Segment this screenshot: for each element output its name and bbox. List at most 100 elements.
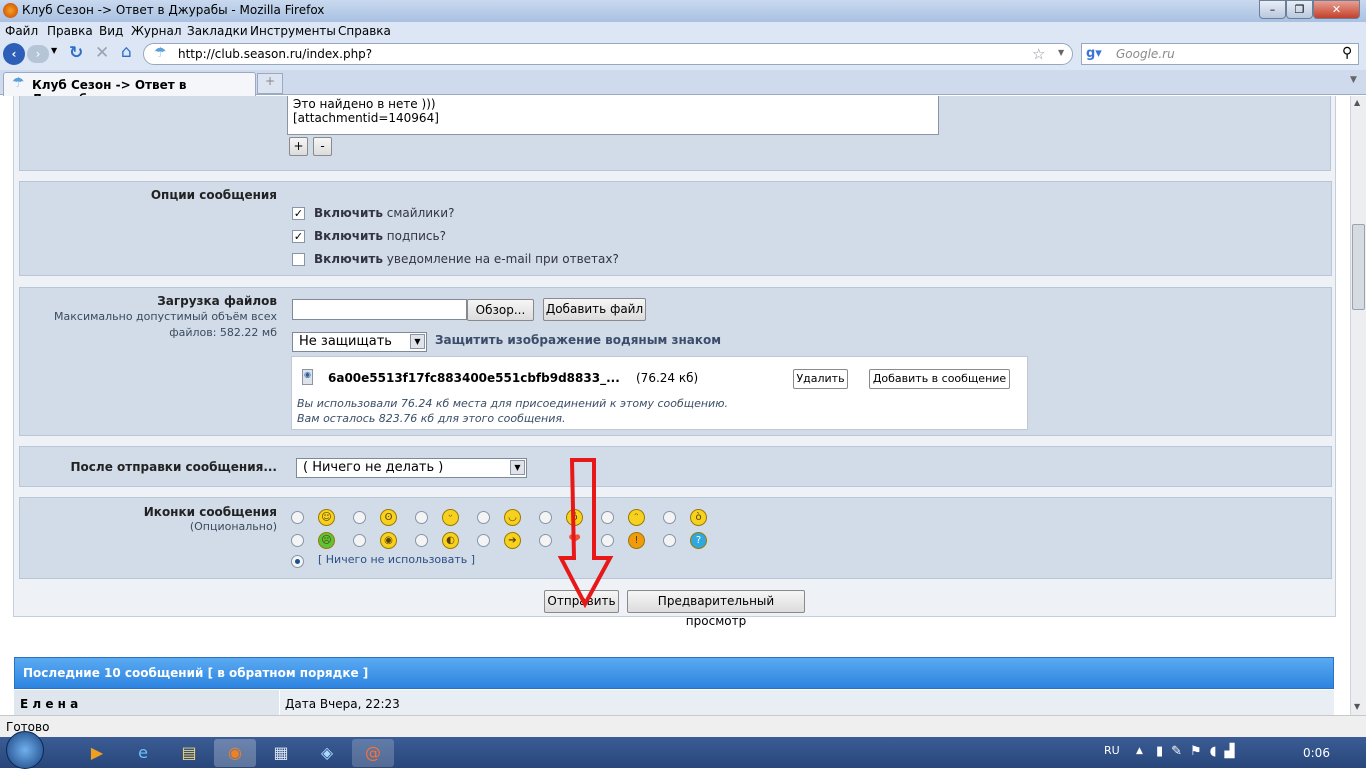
clock[interactable]: 0:06 bbox=[1303, 746, 1330, 760]
post-icon-radio[interactable] bbox=[291, 534, 304, 547]
bookmark-star-icon[interactable]: ☆ bbox=[1032, 45, 1045, 63]
post-icon-emoticon-icon[interactable]: ʘ bbox=[380, 509, 397, 526]
tray-expand-icon[interactable]: ▲ bbox=[1136, 746, 1143, 756]
post-icon-radio[interactable] bbox=[291, 511, 304, 524]
post-date-cell: Дата Вчера, 22:23 bbox=[280, 690, 1334, 715]
scroll-down-icon[interactable]: ▼ bbox=[1354, 702, 1360, 711]
post-icon-radio[interactable] bbox=[477, 534, 490, 547]
maximize-button[interactable]: ❐ bbox=[1286, 0, 1313, 19]
smilies-checkbox[interactable]: ✓ bbox=[292, 207, 305, 220]
home-button[interactable]: ⌂ bbox=[121, 42, 132, 62]
post-author[interactable]: Е л е н а bbox=[20, 697, 78, 711]
message-line: Это найдено в нете ))) bbox=[293, 97, 436, 111]
no-icon-label: [ Ничего не использовать ] bbox=[318, 553, 476, 566]
reload-button[interactable]: ↻ bbox=[69, 43, 83, 63]
search-box[interactable]: g▾ Google.ru ⚲ bbox=[1081, 43, 1359, 65]
title-bar: Клуб Сезон -> Ответ в Джурабы - Mozilla … bbox=[0, 0, 1366, 22]
url-bar[interactable]: ☂ http://club.season.ru/index.php? ☆ ▼ bbox=[143, 43, 1073, 65]
post-date: Дата Вчера, 22:23 bbox=[285, 697, 400, 711]
post-icon-radio[interactable] bbox=[539, 511, 552, 524]
add-file-button[interactable]: Добавить файл bbox=[543, 298, 646, 321]
post-icon-emoticon-icon[interactable]: ᵕ bbox=[442, 509, 459, 526]
image-file-icon: ◉ bbox=[302, 369, 313, 385]
shrink-textarea-button[interactable]: - bbox=[313, 137, 332, 156]
post-icons-subtitle: (Опционально) bbox=[189, 520, 277, 533]
post-icon-emoticon-icon[interactable]: ᵔ bbox=[628, 509, 645, 526]
post-icon-emoticon-icon[interactable]: ò bbox=[690, 509, 707, 526]
preview-button[interactable]: Предварительный просмотр bbox=[627, 590, 805, 628]
post-icon-emoticon-icon[interactable]: ◡ bbox=[504, 509, 521, 526]
menu-help[interactable]: Справка bbox=[338, 24, 391, 38]
menu-tools[interactable]: Инструменты bbox=[250, 24, 336, 38]
tab-list-icon[interactable]: ▼ bbox=[1350, 75, 1357, 85]
smilies-label: Включить смайлики? bbox=[314, 206, 455, 220]
post-icon-radio[interactable] bbox=[477, 511, 490, 524]
post-icon-radio[interactable] bbox=[539, 534, 552, 547]
tray-icons[interactable]: ▮✎⚑◖▟ bbox=[1156, 744, 1243, 759]
new-tab-button[interactable]: + bbox=[257, 73, 283, 94]
post-icon-emoticon-icon[interactable]: ! bbox=[628, 532, 645, 549]
attachment-filename[interactable]: 6a00e5513f17fc883400e551cbfb9d8833_... bbox=[328, 371, 620, 385]
post-icon-radio[interactable] bbox=[353, 511, 366, 524]
taskbar-ie-icon[interactable]: e bbox=[122, 739, 164, 767]
grow-textarea-button[interactable]: + bbox=[289, 137, 308, 156]
post-icon-radio[interactable] bbox=[663, 511, 676, 524]
post-icon-radio[interactable] bbox=[415, 511, 428, 524]
menu-bookmarks[interactable]: Закладки bbox=[187, 24, 248, 38]
site-umbrella-icon: ☂ bbox=[154, 45, 167, 61]
used-space-text: Вы использовали 76.24 кб места для присо… bbox=[297, 397, 728, 410]
url-dropdown-icon[interactable]: ▼ bbox=[1058, 48, 1064, 57]
firefox-icon bbox=[3, 3, 18, 18]
language-indicator[interactable]: RU bbox=[1104, 744, 1120, 757]
insert-attachment-button[interactable]: Добавить в сообщение bbox=[869, 369, 1010, 389]
taskbar-app-icon[interactable]: ◈ bbox=[306, 739, 348, 767]
start-button[interactable] bbox=[6, 731, 44, 769]
post-icon-radio[interactable] bbox=[353, 534, 366, 547]
taskbar-media-player-icon[interactable]: ▶ bbox=[76, 739, 118, 767]
scroll-up-icon[interactable]: ▲ bbox=[1354, 98, 1360, 107]
post-icon-emoticon-icon[interactable]: ◐ bbox=[442, 532, 459, 549]
post-icon-emoticon-icon[interactable]: ➔ bbox=[504, 532, 521, 549]
delete-attachment-button[interactable]: Удалить bbox=[793, 369, 848, 389]
post-icon-emoticon-icon[interactable]: ☺ bbox=[318, 509, 335, 526]
back-button[interactable]: ‹ bbox=[3, 43, 25, 65]
watermark-label: Защитить изображение водяным знаком bbox=[435, 333, 722, 347]
file-path-input[interactable] bbox=[292, 299, 467, 320]
menu-view[interactable]: Вид bbox=[99, 24, 123, 38]
menu-file[interactable]: Файл bbox=[5, 24, 38, 38]
vertical-scrollbar[interactable]: ▲ ▼ bbox=[1350, 96, 1366, 715]
post-icon-emoticon-icon[interactable]: ◉ bbox=[380, 532, 397, 549]
post-icon-emoticon-icon[interactable]: ? bbox=[690, 532, 707, 549]
taskbar-calculator-icon[interactable]: ▦ bbox=[260, 739, 302, 767]
upload-title: Загрузка файлов bbox=[157, 294, 277, 308]
no-icon-radio[interactable] bbox=[291, 555, 304, 568]
taskbar-explorer-icon[interactable]: ▤ bbox=[168, 739, 210, 767]
search-icon[interactable]: ⚲ bbox=[1342, 45, 1352, 61]
email-notify-checkbox[interactable] bbox=[292, 253, 305, 266]
message-textarea[interactable]: Это найдено в нете ))) [attachmentid=140… bbox=[287, 96, 939, 135]
menu-history[interactable]: Журнал bbox=[131, 24, 182, 38]
post-icon-radio[interactable] bbox=[415, 534, 428, 547]
email-notify-label: Включить уведомление на e-mail при ответ… bbox=[314, 252, 619, 266]
status-bar: Готово bbox=[0, 715, 1366, 737]
history-dropdown-icon[interactable]: ▼ bbox=[51, 46, 57, 55]
message-line: [attachmentid=140964] bbox=[293, 111, 439, 125]
forward-button[interactable]: › bbox=[27, 45, 49, 63]
scrollbar-thumb[interactable] bbox=[1352, 224, 1365, 310]
recent-posts-title: Последние 10 сообщений [ в обратном поря… bbox=[23, 666, 369, 680]
post-icon-emoticon-icon[interactable]: ☹ bbox=[318, 532, 335, 549]
recent-posts-header: Последние 10 сообщений [ в обратном поря… bbox=[14, 657, 1334, 689]
menu-edit[interactable]: Правка bbox=[47, 24, 93, 38]
google-icon[interactable]: g▾ bbox=[1086, 46, 1102, 61]
watermark-select[interactable]: Не защищать ▼ bbox=[292, 332, 427, 352]
browse-button[interactable]: Обзор... bbox=[467, 299, 534, 321]
post-icon-radio[interactable] bbox=[663, 534, 676, 547]
tab-active[interactable]: ☂ Клуб Сезон -> Ответ в Джурабы bbox=[3, 72, 256, 106]
signature-checkbox[interactable]: ✓ bbox=[292, 230, 305, 243]
minimize-button[interactable]: – bbox=[1259, 0, 1286, 19]
stop-button[interactable]: ✕ bbox=[95, 43, 109, 63]
after-send-select[interactable]: ( Ничего не делать ) ▼ bbox=[296, 458, 527, 478]
taskbar-mail-icon[interactable]: @ bbox=[352, 739, 394, 767]
taskbar-firefox-icon[interactable]: ◉ bbox=[214, 739, 256, 767]
close-button[interactable]: ✕ bbox=[1313, 0, 1360, 19]
